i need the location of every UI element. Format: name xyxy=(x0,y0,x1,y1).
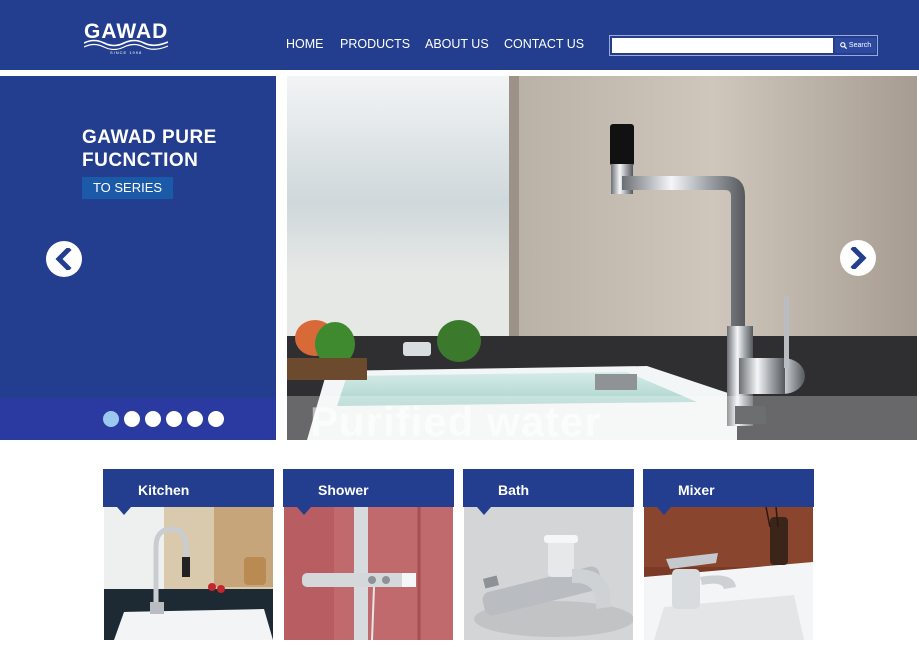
hero-banner-image: Purified water xyxy=(287,76,917,440)
kitchen-image xyxy=(104,507,273,640)
category-card-mixer[interactable]: Mixer xyxy=(643,469,814,640)
search-icon xyxy=(840,42,847,49)
mixer-image xyxy=(644,507,813,640)
card-header: Mixer xyxy=(643,469,814,507)
slider-prev-button[interactable] xyxy=(46,241,82,277)
hero-title: GAWAD PURE FUCNCTION xyxy=(82,127,217,171)
brand-tagline: SINCE 1998 xyxy=(110,50,143,55)
slide-dot-1[interactable] xyxy=(103,411,119,427)
slide-dot-2[interactable] xyxy=(124,411,140,427)
hero-overlay-text: Purified water xyxy=(310,398,602,440)
nav-products[interactable]: PRODUCTS xyxy=(340,37,410,51)
nav-home[interactable]: HOME xyxy=(286,37,324,51)
category-card-shower[interactable]: Shower xyxy=(283,469,454,640)
card-notch xyxy=(477,507,491,515)
shower-image xyxy=(284,507,453,640)
slide-dot-6[interactable] xyxy=(208,411,224,427)
card-label: Mixer xyxy=(678,482,715,498)
faucet-scene-illustration xyxy=(287,76,917,440)
category-card-kitchen[interactable]: Kitchen xyxy=(103,469,274,640)
slide-dot-5[interactable] xyxy=(187,411,203,427)
search-button-label: Search xyxy=(848,42,872,49)
bath-image xyxy=(464,507,633,640)
search-input[interactable] xyxy=(612,38,833,53)
search-box: Search xyxy=(609,35,878,56)
card-label: Kitchen xyxy=(138,482,190,498)
slide-dot-3[interactable] xyxy=(145,411,161,427)
card-label: Shower xyxy=(318,482,369,498)
card-header: Kitchen xyxy=(103,469,274,507)
category-card-bath[interactable]: Bath xyxy=(463,469,634,640)
slider-dots xyxy=(103,411,224,427)
card-notch xyxy=(297,507,311,515)
nav-contact-us[interactable]: CONTACT US xyxy=(504,37,584,51)
slide-dot-4[interactable] xyxy=(166,411,182,427)
chevron-left-icon xyxy=(55,248,72,270)
card-header: Shower xyxy=(283,469,454,507)
to-series-button[interactable]: TO SERIES xyxy=(82,177,173,199)
wave-logo-icon xyxy=(84,39,168,50)
card-notch xyxy=(657,507,671,515)
search-button[interactable]: Search xyxy=(835,38,876,53)
chevron-right-icon xyxy=(850,247,867,269)
brand-logo[interactable]: GAWAD SINCE 1998 xyxy=(84,20,168,56)
card-label: Bath xyxy=(498,482,530,498)
slider-next-button[interactable] xyxy=(840,240,876,276)
nav-about-us[interactable]: ABOUT US xyxy=(425,37,489,51)
card-notch xyxy=(117,507,131,515)
top-header: GAWAD SINCE 1998 HOME PRODUCTS ABOUT US … xyxy=(0,0,919,70)
card-header: Bath xyxy=(463,469,634,507)
